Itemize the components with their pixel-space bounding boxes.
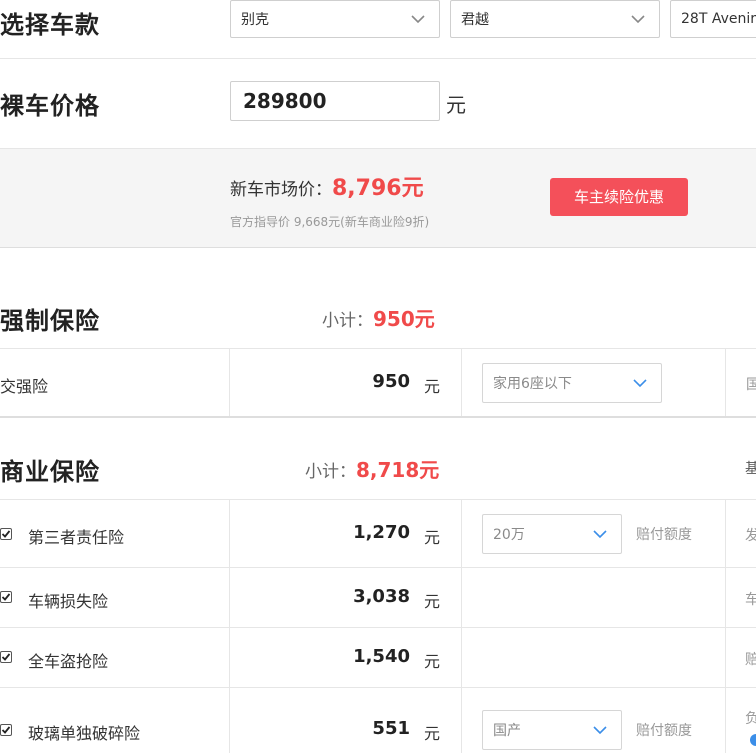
third-party-label: 第三者责任险 (28, 528, 125, 547)
third-party-unit: 元 (424, 528, 441, 547)
chevron-down-icon (593, 530, 607, 539)
column-divider (229, 348, 230, 416)
glass-value: 551 (372, 718, 410, 739)
price-input[interactable] (230, 81, 440, 121)
vehicle-damage-value: 3,038 (353, 586, 410, 607)
compulsory-subtotal-value: 950元 (373, 307, 435, 331)
commercial-subtotal-label: 小计： (305, 462, 356, 482)
compulsory-subtotal-label: 小计： (322, 311, 373, 331)
column-divider (725, 499, 726, 753)
column-divider (461, 348, 462, 416)
model-select[interactable]: 28T Avenir (670, 0, 756, 38)
compulsory-title: 强制保险 (0, 307, 100, 335)
compulsory-insurance-label: 交强险 (0, 377, 49, 396)
column-divider (725, 348, 726, 416)
compulsory-side-text: 国 (746, 377, 756, 393)
commercial-title: 商业保险 (0, 458, 100, 486)
divider (0, 687, 756, 688)
vehicle-damage-label: 车辆损失险 (28, 592, 109, 611)
glass-amount-note: 赔付额度 (636, 723, 692, 739)
chevron-down-icon (411, 15, 425, 24)
checkbox-glass[interactable] (0, 724, 12, 736)
vehicle-damage-unit: 元 (424, 592, 441, 611)
checkbox-vehicle-damage[interactable] (0, 591, 12, 603)
series-select[interactable]: 君越 (450, 0, 660, 38)
chevron-down-icon (631, 15, 645, 24)
theft-unit: 元 (424, 652, 441, 671)
glass-origin-select[interactable]: 国产 (482, 710, 622, 750)
checkbox-theft[interactable] (0, 651, 12, 663)
checkbox-third-party[interactable] (0, 528, 12, 540)
commercial-side-header: 基 (745, 461, 756, 477)
market-price-line: 新车市场价：8,796元 (230, 170, 424, 202)
compulsory-insurance-unit: 元 (424, 377, 441, 396)
divider (0, 58, 756, 59)
glass-origin-value: 国产 (493, 723, 521, 739)
compulsory-insurance-value: 950 (372, 371, 410, 392)
glass-label: 玻璃单独破碎险 (28, 724, 141, 743)
market-price-value: 8,796元 (332, 176, 424, 201)
select-model-title: 选择车款 (0, 11, 100, 39)
brand-select[interactable]: 别克 (230, 0, 440, 38)
divider (0, 348, 756, 349)
third-party-amount-value: 20万 (493, 527, 525, 543)
commercial-subtotal: 小计：8,718元 (305, 454, 439, 483)
seat-type-value: 家用6座以下 (493, 376, 572, 392)
commercial-subtotal-value: 8,718元 (356, 458, 440, 482)
brand-select-value: 别克 (241, 12, 269, 28)
theft-value: 1,540 (353, 646, 410, 667)
third-party-amount-note: 赔付额度 (636, 527, 692, 543)
column-divider (461, 499, 462, 753)
price-title: 裸车价格 (0, 92, 100, 120)
theft-side-text: 赔 (745, 652, 756, 668)
third-party-value: 1,270 (353, 522, 410, 543)
guide-price-note: 官方指导价 9,668元(新车商业险9折) (230, 215, 430, 229)
model-select-value: 28T Avenir (681, 11, 756, 27)
seat-type-select[interactable]: 家用6座以下 (482, 363, 662, 403)
divider (0, 567, 756, 568)
divider (0, 627, 756, 628)
third-party-side-text: 发 (745, 528, 756, 544)
radio-toggle[interactable] (750, 734, 756, 746)
section-divider (0, 416, 756, 418)
vehicle-damage-side-text: 车 (745, 592, 756, 608)
series-select-value: 君越 (461, 12, 489, 28)
price-unit: 元 (446, 93, 466, 117)
glass-side-text: 负 (745, 711, 756, 727)
chevron-down-icon (593, 726, 607, 735)
third-party-amount-select[interactable]: 20万 (482, 514, 622, 554)
chevron-down-icon (633, 379, 647, 388)
renewal-discount-button[interactable]: 车主续险优惠 (550, 178, 688, 216)
theft-label: 全车盗抢险 (28, 652, 109, 671)
column-divider (229, 499, 230, 753)
divider (0, 499, 756, 500)
glass-unit: 元 (424, 724, 441, 743)
compulsory-subtotal: 小计：950元 (322, 303, 435, 332)
market-price-label: 新车市场价： (230, 180, 332, 200)
